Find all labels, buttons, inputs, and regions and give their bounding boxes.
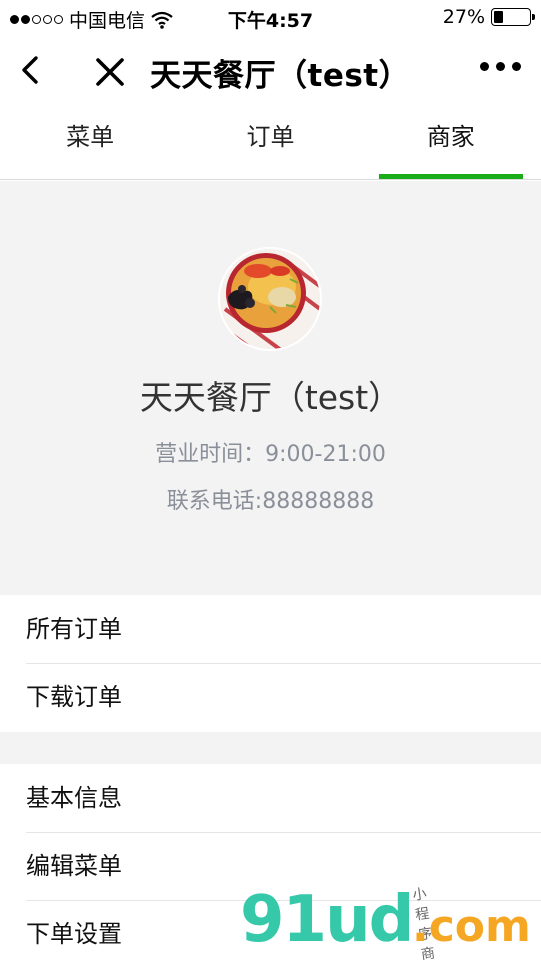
all-orders-item[interactable]: 所有订单 [0,595,541,663]
status-bar: 中国电信 下午4:57 27% [0,0,541,36]
status-right: 27% [442,6,535,28]
section-divider [0,732,541,764]
order-menu-group: 所有订单 下载订单 [0,595,541,731]
battery-percent: 27% [442,6,485,28]
merchant-header: 天天餐厅（test） 营业时间：9:00-21:00 联系电话:88888888 [0,181,541,595]
nav-bar: 天天餐厅（test） [0,36,541,106]
watermark-main: 91ud [240,883,414,957]
basic-info-item[interactable]: 基本信息 [0,764,541,832]
more-dots-icon[interactable] [480,62,521,71]
chevron-left-icon[interactable] [14,52,50,88]
shop-avatar [218,247,322,351]
page-title: 天天餐厅（test） [150,58,411,94]
download-orders-item[interactable]: 下载订单 [0,663,541,731]
contact-phone[interactable]: 联系电话:88888888 [0,483,541,515]
tab-orders[interactable]: 订单 [180,106,360,179]
battery-fill [494,11,504,23]
battery-icon [491,8,535,26]
watermark-suffix: .com [412,901,531,952]
tab-merchant[interactable]: 商家 [361,106,541,179]
close-icon[interactable] [92,54,128,90]
tab-bar: 菜单 订单 商家 [0,106,541,180]
shop-name: 天天餐厅（test） [139,378,402,417]
business-hours: 营业时间：9:00-21:00 [155,442,386,467]
tab-menu[interactable]: 菜单 [0,106,180,179]
food-image [220,249,320,349]
